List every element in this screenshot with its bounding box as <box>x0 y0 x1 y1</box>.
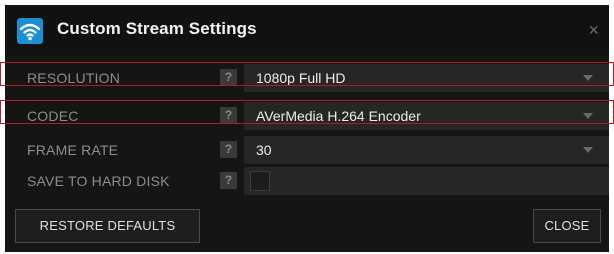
resolution-value: 1080p Full HD <box>256 70 346 86</box>
dialog-titlebar: Custom Stream Settings × <box>5 5 609 55</box>
codec-help-icon[interactable]: ? <box>220 107 237 124</box>
codec-dropdown[interactable]: AVerMedia H.264 Encoder <box>244 102 609 130</box>
codec-value: AVerMedia H.264 Encoder <box>256 108 421 124</box>
dialog-title: Custom Stream Settings <box>57 19 257 38</box>
chevron-down-icon <box>583 147 593 153</box>
custom-stream-settings-dialog: Custom Stream Settings × RESOLUTION ? 10… <box>5 5 609 252</box>
frame-rate-label: FRAME RATE <box>27 142 119 158</box>
resolution-dropdown[interactable]: 1080p Full HD <box>244 64 609 92</box>
save-to-hard-disk-label: SAVE TO HARD DISK <box>27 173 170 189</box>
frame-rate-help-icon[interactable]: ? <box>220 141 237 158</box>
resolution-row: RESOLUTION ? 1080p Full HD <box>5 64 609 92</box>
save-to-hard-disk-field <box>244 167 609 195</box>
frame-rate-value: 30 <box>256 142 272 158</box>
wifi-icon <box>17 18 43 44</box>
close-icon[interactable]: × <box>588 21 599 39</box>
save-to-hard-disk-row: SAVE TO HARD DISK ? <box>5 167 609 195</box>
resolution-help-icon[interactable]: ? <box>220 69 237 86</box>
frame-rate-dropdown[interactable]: 30 <box>244 136 609 164</box>
chevron-down-icon <box>583 75 593 81</box>
close-button[interactable]: CLOSE <box>533 209 601 243</box>
codec-label: CODEC <box>27 108 79 124</box>
chevron-down-icon <box>583 113 593 119</box>
restore-defaults-button[interactable]: RESTORE DEFAULTS <box>15 209 200 243</box>
frame-rate-row: FRAME RATE ? 30 <box>5 136 609 164</box>
save-to-hard-disk-help-icon[interactable]: ? <box>220 172 237 189</box>
resolution-label: RESOLUTION <box>27 70 121 86</box>
save-to-hard-disk-checkbox[interactable] <box>250 171 270 191</box>
codec-row: CODEC ? AVerMedia H.264 Encoder <box>5 102 609 130</box>
